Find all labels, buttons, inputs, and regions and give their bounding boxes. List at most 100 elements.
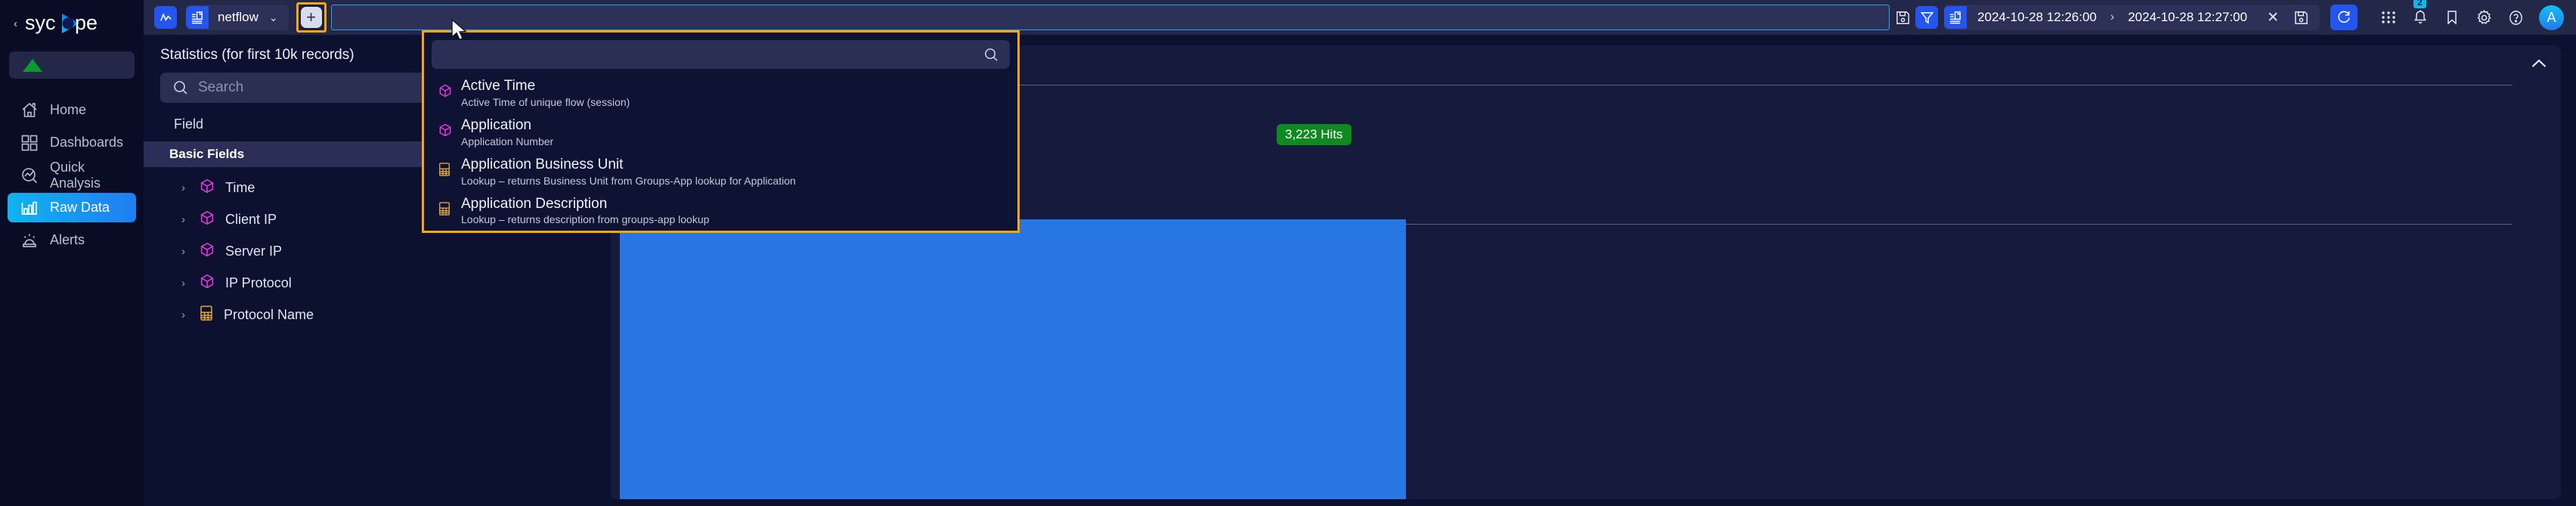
field-label: Time	[225, 179, 255, 195]
refresh-icon	[2338, 11, 2350, 23]
option-title: Active Time	[461, 78, 536, 94]
sidebar-nav: Home Dashboards Quick Analysis Raw Data …	[0, 95, 144, 255]
datasource-selector[interactable]: netflow ⌄	[186, 5, 289, 30]
cube-icon	[199, 178, 215, 198]
datasource-label: netflow	[218, 10, 259, 24]
time-range-arrow-icon: ›	[2110, 11, 2115, 23]
sidebar-item-label: Home	[50, 102, 87, 117]
sycope-wordmark-icon: syc pe	[25, 11, 98, 34]
option-title: Application	[461, 116, 531, 133]
clear-time-range-button[interactable]: ✕	[2258, 9, 2288, 26]
quick-analysis-icon	[20, 166, 39, 185]
field-tree-row[interactable]: › Server IP	[160, 235, 591, 267]
field-tree-row[interactable]: › Protocol Name	[160, 299, 591, 331]
save-disk-icon	[1896, 11, 1909, 24]
sidebar-item-label: Dashboards	[50, 135, 124, 150]
sidebar-item-label: Quick Analysis	[50, 159, 101, 191]
time-document-icon	[1944, 6, 1968, 29]
sidebar-item-quick-analysis[interactable]: Quick Analysis	[8, 159, 136, 191]
dropdown-option[interactable]: Application Id Mapper – Application ID	[424, 230, 1017, 231]
field-label: Server IP	[225, 243, 283, 259]
add-field-highlight: +	[296, 2, 327, 33]
add-field-button[interactable]: +	[300, 7, 322, 28]
dropdown-option[interactable]: Application Description Lookup – returns…	[424, 191, 1017, 231]
table-icon	[199, 305, 214, 325]
option-title: Application Business Unit	[461, 156, 624, 172]
time-range-selector[interactable]: 2024-10-28 12:26:00 › 2024-10-28 12:27:0…	[1944, 5, 2320, 30]
dashboards-grid-icon	[20, 133, 39, 153]
chevron-right-icon[interactable]: ›	[181, 213, 189, 226]
chevron-right-icon[interactable]: ›	[181, 309, 189, 321]
field-label: Protocol Name	[224, 306, 314, 322]
help-circle-icon	[2509, 10, 2522, 25]
hits-badge: 3,223 Hits	[1277, 124, 1351, 145]
svg-text:pe: pe	[75, 11, 98, 34]
chevron-up-icon[interactable]	[2531, 56, 2547, 73]
toolbar-right-icons: 2 A	[2376, 0, 2568, 30]
notifications-button[interactable]: 2	[2407, 0, 2433, 30]
gear-icon	[2477, 9, 2491, 24]
activity-pulse-icon	[159, 12, 172, 21]
chevron-right-icon[interactable]: ›	[181, 277, 189, 290]
field-label: Client IP	[225, 211, 277, 227]
main-area: netflow ⌄ + 2024-10-28 12:26:00 › 2024-1…	[144, 0, 2576, 506]
option-description: Active Time of unique flow (session)	[461, 95, 630, 108]
save-query-button[interactable]	[1890, 5, 1915, 30]
chart-bar[interactable]	[620, 219, 1406, 499]
chevron-right-icon[interactable]: ›	[181, 182, 189, 194]
sidebar-item-raw-data[interactable]: Raw Data	[8, 193, 136, 222]
search-icon	[985, 48, 998, 61]
sidebar-item-alerts[interactable]: Alerts	[8, 225, 136, 255]
cube-icon	[438, 78, 453, 102]
sidebar-item-home[interactable]: Home	[8, 95, 136, 125]
refresh-button[interactable]	[2330, 5, 2358, 30]
sidebar-collapse-chevron-icon[interactable]: ‹	[14, 18, 17, 29]
sidebar: ‹ syc pe Home Dashboards Quick Analysis …	[0, 0, 144, 506]
status-indicator[interactable]	[9, 51, 135, 79]
sidebar-item-label: Alerts	[50, 232, 85, 247]
avatar[interactable]: A	[2539, 5, 2564, 30]
settings-button[interactable]	[2471, 5, 2497, 30]
filter-button[interactable]	[1915, 6, 1939, 29]
cube-icon	[199, 241, 215, 262]
time-to-value[interactable]: 2024-10-28 12:27:00	[2117, 10, 2258, 25]
apps-grid-icon	[2382, 11, 2395, 23]
cube-icon	[199, 273, 215, 293]
field-tree-row[interactable]: › IP Protocol	[160, 267, 591, 299]
dropdown-option[interactable]: Application Application Number	[424, 113, 1017, 152]
save-disk-icon	[2294, 11, 2308, 24]
home-icon	[20, 101, 39, 120]
sidebar-item-label: Raw Data	[50, 200, 110, 215]
datasource-document-icon	[186, 6, 209, 29]
filter-funnel-icon	[1920, 11, 1934, 24]
chevron-right-icon[interactable]: ›	[181, 245, 189, 258]
query-input[interactable]	[330, 5, 1890, 30]
apps-button[interactable]	[2376, 5, 2401, 30]
sidebar-item-dashboards[interactable]: Dashboards	[8, 128, 136, 157]
help-button[interactable]	[2503, 5, 2528, 30]
option-title: Application Description	[461, 195, 608, 212]
mouse-cursor	[451, 18, 467, 41]
dropdown-search-input[interactable]	[432, 40, 1010, 69]
search-icon	[174, 81, 187, 95]
cube-icon	[438, 117, 453, 141]
dropdown-option[interactable]: Application Business Unit Lookup – retur…	[424, 152, 1017, 191]
field-picker-dropdown: Active Time Active Time of unique flow (…	[422, 30, 1020, 233]
cube-icon	[199, 210, 215, 230]
svg-text:syc: syc	[25, 11, 56, 34]
field-label: IP Protocol	[225, 275, 292, 290]
chevron-down-icon[interactable]: ⌄	[269, 11, 286, 24]
dropdown-option-list: Active Time Active Time of unique flow (…	[424, 69, 1017, 231]
table-icon	[438, 157, 453, 181]
brand[interactable]: ‹ syc pe	[0, 0, 144, 47]
dropdown-option[interactable]: Active Time Active Time of unique flow (…	[424, 73, 1017, 113]
bookmarks-button[interactable]	[2439, 5, 2465, 30]
bar-chart-icon	[20, 198, 39, 218]
option-description: Lookup – returns Business Unit from Grou…	[461, 174, 796, 187]
activity-pulse-button[interactable]	[154, 6, 177, 29]
save-time-range-button[interactable]	[2288, 5, 2314, 30]
option-description: Application Number	[461, 135, 554, 147]
bookmark-icon	[2448, 11, 2457, 25]
sycope-logo: syc pe	[25, 11, 122, 36]
time-from-value[interactable]: 2024-10-28 12:26:00	[1967, 10, 2107, 25]
